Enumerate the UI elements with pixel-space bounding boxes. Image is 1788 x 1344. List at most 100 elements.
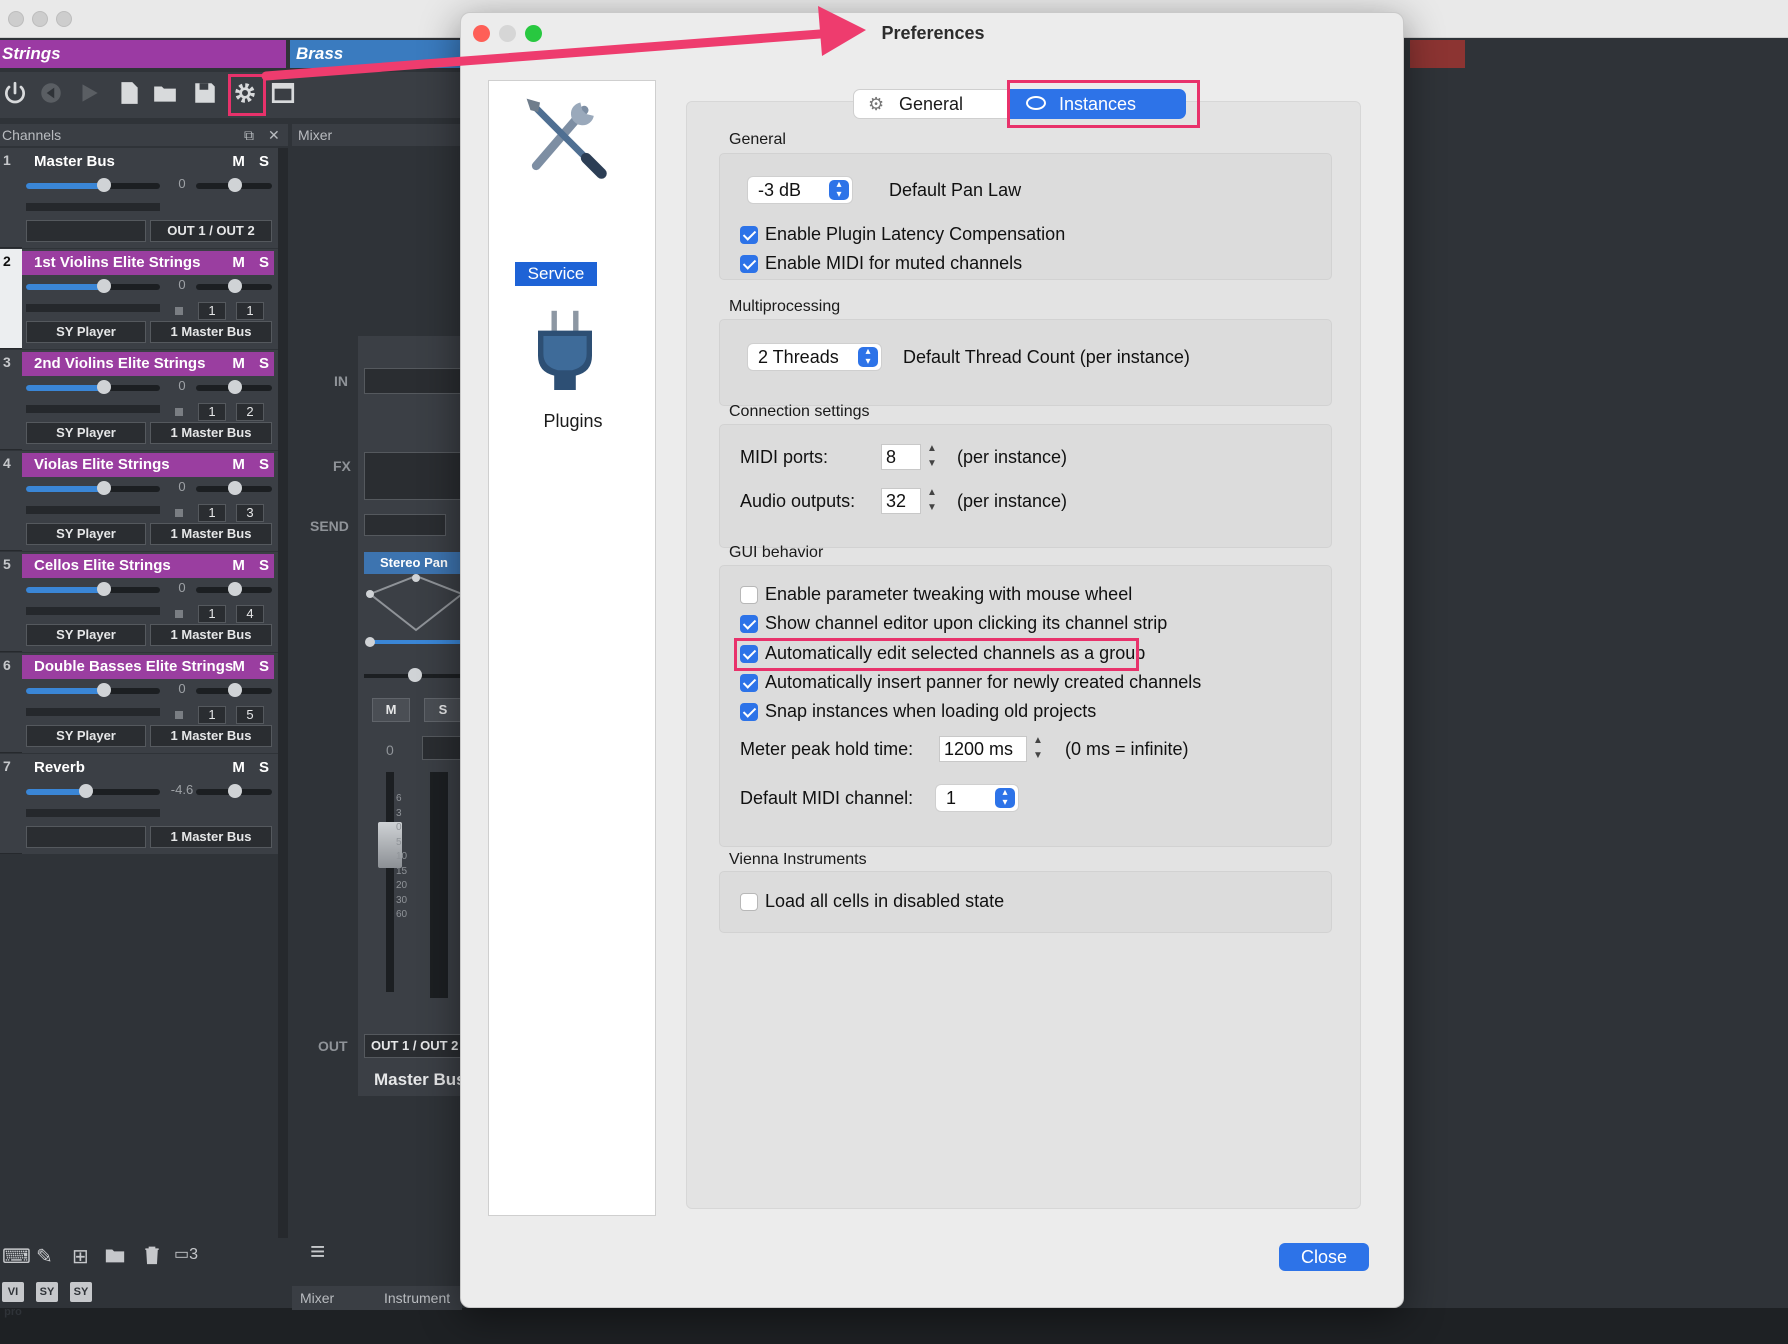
play-icon[interactable] [74,80,104,110]
input-selector[interactable]: SY Player [26,523,146,545]
mixer-mute-button[interactable]: M [372,698,410,722]
channel-row[interactable]: 4 Violas Elite Strings M S 0 1 3 SY Play… [0,451,278,551]
position-slot[interactable]: 2 [236,403,264,421]
mute-solo-buttons[interactable]: M S [232,150,274,174]
channel-row[interactable]: 5 Cellos Elite Strings M S 0 1 4 SY Play… [0,552,278,652]
position-slot[interactable]: 3 [236,504,264,522]
pan-knob[interactable] [228,380,242,394]
pan-knob[interactable] [228,784,242,798]
position-bar[interactable]: 1 [198,504,226,522]
close-button[interactable]: Close [1279,1243,1369,1271]
volume-knob[interactable] [96,582,111,596]
mixer-send-slot[interactable] [364,514,446,536]
position-bar[interactable]: 1 [198,302,226,320]
volume-knob[interactable] [96,481,111,495]
pan-knob[interactable] [228,582,242,596]
input-selector[interactable]: SY Player [26,624,146,646]
snap-instances-checkbox[interactable] [740,703,758,721]
input-selector[interactable]: SY Player [26,321,146,343]
mute-solo-buttons[interactable]: M S [232,453,274,477]
mixer-pan-knob[interactable] [408,668,422,682]
audio-outputs-field[interactable]: 32 [881,488,921,514]
pan-slider[interactable] [196,481,272,495]
count-icon[interactable]: ▭3 [174,1244,198,1264]
pen-icon[interactable]: ✎ [36,1244,53,1269]
menu-icon[interactable]: ≡ [310,1236,325,1267]
tab-mixer[interactable]: Mixer [300,1290,334,1306]
position-slot[interactable]: 5 [236,706,264,724]
tab-general[interactable]: ⚙ General [853,89,1010,119]
mute-solo-buttons[interactable]: M S [232,756,274,780]
volume-knob[interactable] [96,178,111,192]
window-zoom-button[interactable] [56,11,72,27]
pan-slider[interactable] [196,178,272,192]
pan-knob[interactable] [228,481,242,495]
dialog-close-button[interactable] [473,25,490,42]
midi-ports-field[interactable]: 8 [881,444,921,470]
midi-channel-select[interactable]: 1 ▴ ▾ [935,784,1019,812]
pan-slider[interactable] [196,784,272,798]
stereo-pan-control[interactable] [364,574,462,654]
volume-knob[interactable] [96,380,111,394]
channel-editor-checkbox[interactable] [740,615,758,633]
save-icon[interactable] [190,80,220,110]
pan-slider[interactable] [196,279,272,293]
mute-solo-buttons[interactable]: M S [232,352,274,376]
load-disabled-checkbox[interactable] [740,893,758,911]
mute-solo-buttons[interactable]: M S [232,554,274,578]
channels-scrollbar[interactable] [278,148,288,1238]
power-icon[interactable] [0,80,30,110]
vi-pro-badge[interactable]: VI pro [2,1282,24,1318]
channel-row[interactable]: 2 1st Violins Elite Strings M S 0 1 1 SY… [0,249,278,349]
window-minimize-button[interactable] [32,11,48,27]
position-bar[interactable]: 1 [198,706,226,724]
volume-knob[interactable] [96,279,111,293]
rewind-icon[interactable] [36,80,66,110]
meter-hold-stepper[interactable]: ▲ ▼ [1031,733,1045,767]
tab-instrument[interactable]: Instrument [384,1290,450,1306]
window-close-button[interactable] [8,11,24,27]
mouse-wheel-checkbox[interactable] [740,586,758,604]
volume-slider[interactable] [26,178,160,192]
position-bar[interactable]: 1 [198,403,226,421]
mixer-input-slot[interactable] [364,368,462,394]
pan-law-select[interactable]: -3 dB ▴ ▾ [747,176,853,204]
mute-solo-buttons[interactable]: M S [232,251,274,275]
window-icon[interactable] [268,80,298,110]
channel-row[interactable]: 3 2nd Violins Elite Strings M S 0 1 2 SY… [0,350,278,450]
mixer-output-selector[interactable]: OUT 1 / OUT 2 [364,1034,462,1058]
dialog-minimize-button[interactable] [499,25,516,42]
mixer-level-field[interactable] [422,736,462,760]
volume-slider[interactable] [26,380,160,394]
mute-solo-buttons[interactable]: M S [232,655,274,679]
output-selector[interactable]: 1 Master Bus [150,826,272,848]
channel-row[interactable]: 6 Double Basses Elite Strings M S 0 1 5 … [0,653,278,753]
pan-knob[interactable] [228,683,242,697]
tab-brass[interactable]: Brass [290,40,460,68]
sidebar-item-plugins[interactable] [515,309,631,425]
tab-other[interactable] [1410,40,1465,68]
mixer-fader[interactable] [386,772,394,992]
channel-row[interactable]: 7 Reverb M S -4.6 1 Master Bus [0,754,278,854]
pan-slider[interactable] [196,683,272,697]
sidebar-item-plugins-label[interactable]: Plugins [489,411,657,432]
output-selector[interactable]: OUT 1 / OUT 2 [150,220,272,242]
folder-icon[interactable] [104,1244,126,1272]
volume-slider[interactable] [26,683,160,697]
new-file-icon[interactable] [114,80,144,110]
tab-strings[interactable]: Strings [0,40,286,68]
input-selector[interactable] [26,826,146,848]
thread-count-select[interactable]: 2 Threads ▴ ▾ [747,343,882,371]
add-icon[interactable]: ⊞ [72,1244,89,1269]
volume-slider[interactable] [26,279,160,293]
sy-badge[interactable]: SY [36,1282,58,1302]
mixer-fx-slot[interactable] [364,452,462,500]
insert-panner-checkbox[interactable] [740,674,758,692]
volume-knob[interactable] [79,784,94,798]
meter-hold-field[interactable]: 1200 ms [939,736,1027,762]
output-selector[interactable]: 1 Master Bus [150,725,272,747]
sy-badge-alt[interactable]: SY [70,1282,92,1302]
pan-knob[interactable] [228,178,242,192]
mixer-solo-button[interactable]: S [424,698,462,722]
pan-knob[interactable] [228,279,242,293]
